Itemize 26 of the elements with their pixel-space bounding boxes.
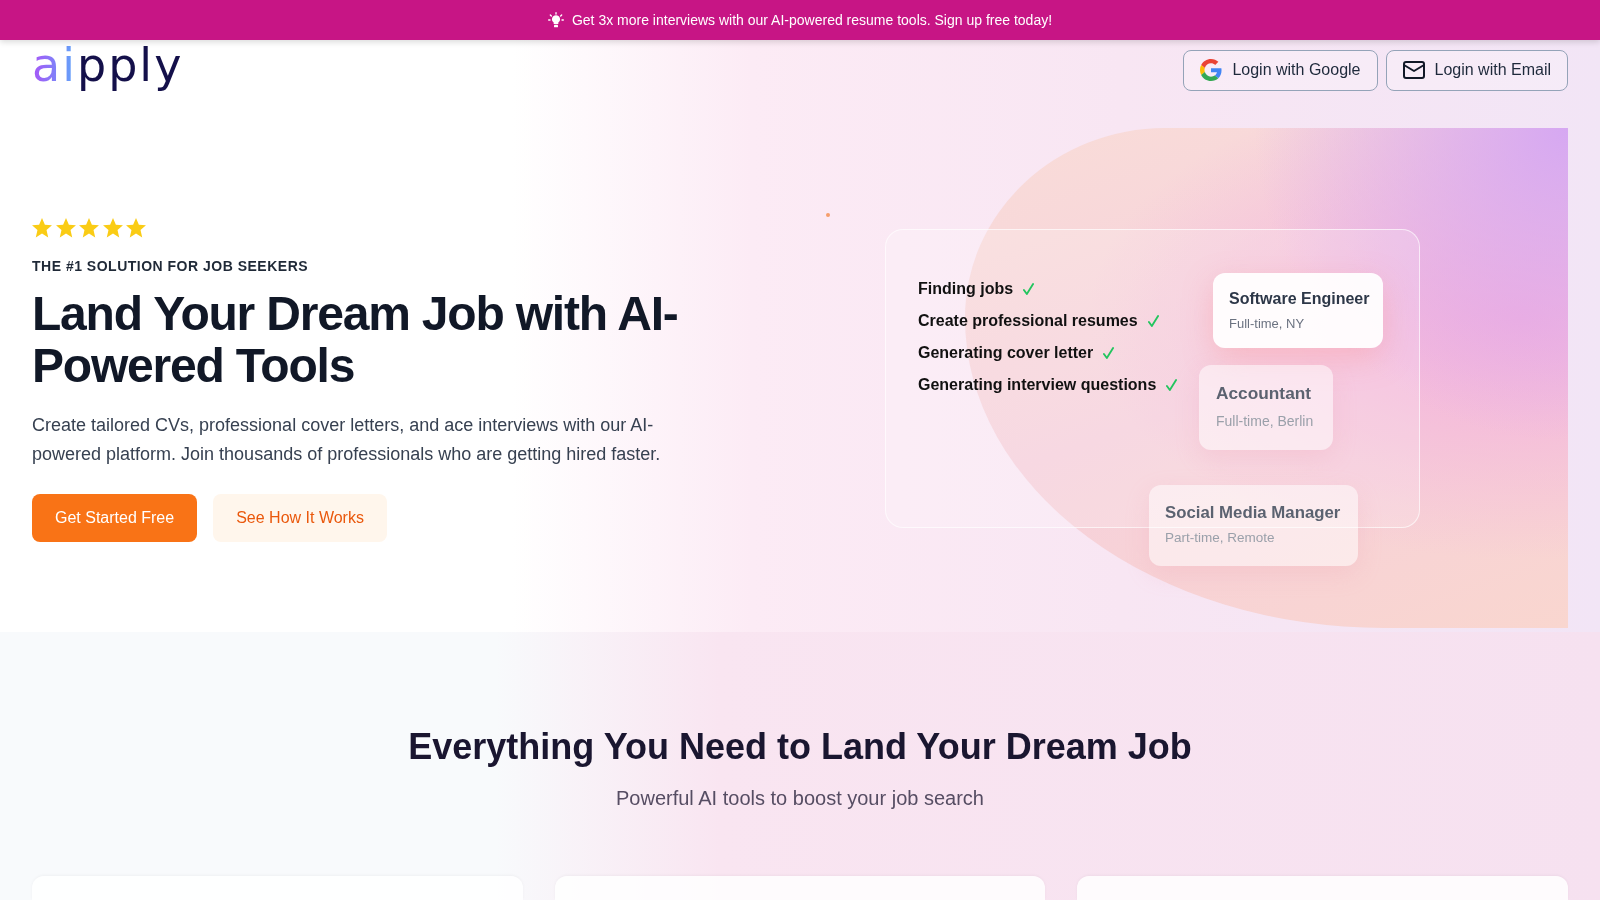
job-details: Full-time, Berlin	[1216, 412, 1315, 431]
g-logo-icon	[1200, 59, 1223, 81]
star-icon	[126, 218, 146, 238]
star-icon	[32, 218, 52, 238]
star-icon	[79, 218, 99, 238]
checklist-item: Finding jobs	[918, 279, 1014, 299]
star-icon	[102, 218, 123, 238]
envelope-icon	[1402, 61, 1425, 79]
job-title: Accountant	[1216, 382, 1313, 405]
job-details: Part-time, Remote	[1165, 529, 1276, 547]
lightbulb-icon	[547, 12, 564, 28]
star-icon	[55, 218, 76, 238]
checklist-item: Generating cover letter	[918, 343, 1094, 363]
email-login-button[interactable]: Login with Email	[1385, 49, 1568, 91]
section-subtitle: Powerful AI tools to boost your job search	[615, 786, 985, 811]
google-login-button[interactable]: Login with Google	[1183, 49, 1378, 91]
hero-heading: Land Your Dream Job with AI-Powered Tools	[32, 287, 679, 394]
job-details: Full-time, NY	[1229, 315, 1306, 333]
tagline: THE #1 SOLUTION FOR JOB SEEKERS	[32, 256, 310, 276]
hero-description: Create tailored CVs, professional cover letters, and ace interviews with our AI-powered platform. Join thousands of professionals who are getting hired faster.	[32, 414, 662, 466]
section-heading: Everything You Need to Land Your Dream Job	[407, 727, 1193, 767]
checklist-item: Generating interview questions	[918, 375, 1157, 395]
dot-icon	[826, 213, 830, 217]
promo-text: Get 3x more interviews with our AI-powered resume tools. Sign up free today!	[571, 11, 1053, 30]
checklist-item: Create professional resumes	[918, 311, 1138, 331]
job-title: Social Media Manager	[1165, 502, 1342, 524]
